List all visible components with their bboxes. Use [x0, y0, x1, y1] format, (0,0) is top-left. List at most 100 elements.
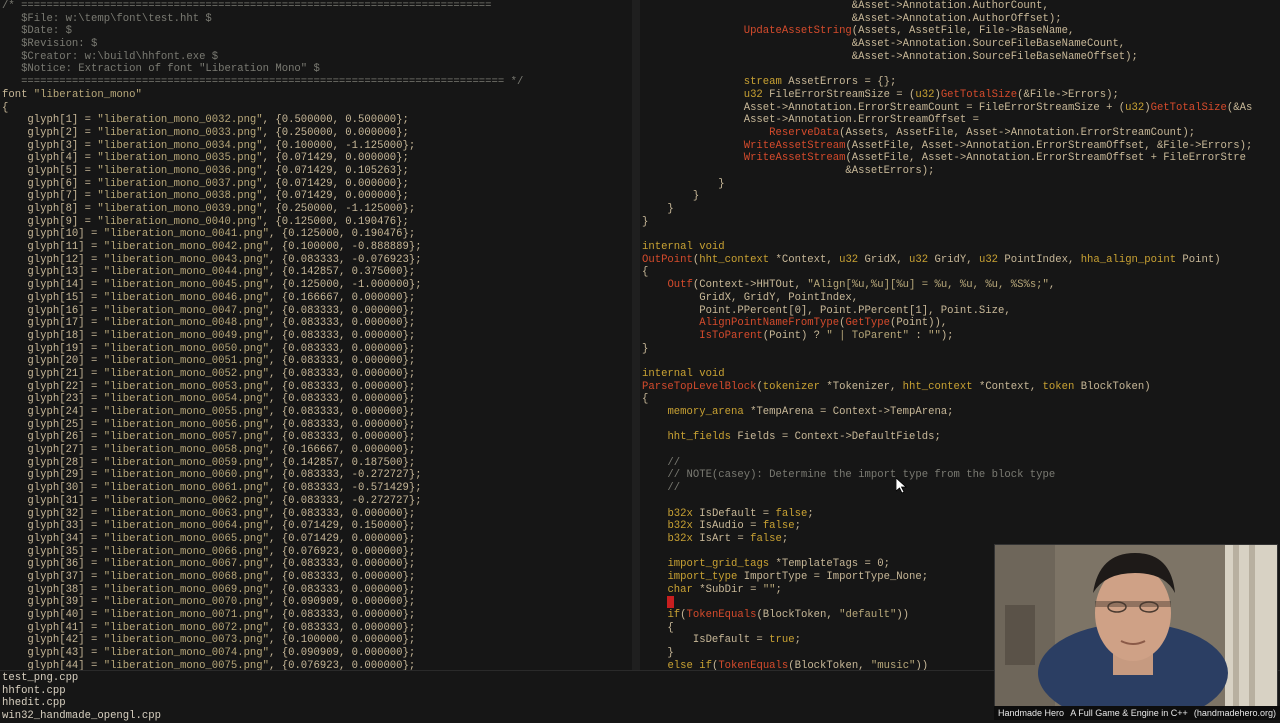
right-code-line[interactable]: // — [642, 457, 1280, 470]
right-code-line[interactable] — [642, 63, 1280, 76]
left-code-line[interactable]: glyph[26] = "liberation_mono_0057.png", … — [2, 431, 632, 444]
code-token: // — [642, 456, 681, 469]
left-code-line[interactable]: glyph[22] = "liberation_mono_0053.png", … — [2, 381, 632, 394]
right-code-line[interactable]: // NOTE(casey): Determine the import typ… — [642, 469, 1280, 482]
left-code-line[interactable]: glyph[37] = "liberation_mono_0068.png", … — [2, 571, 632, 584]
right-code-line[interactable]: internal void — [642, 241, 1280, 254]
left-code-line[interactable]: glyph[1] = "liberation_mono_0032.png", {… — [2, 114, 632, 127]
left-code-line[interactable]: glyph[38] = "liberation_mono_0069.png", … — [2, 584, 632, 597]
left-code-line[interactable]: glyph[15] = "liberation_mono_0046.png", … — [2, 292, 632, 305]
right-code-line[interactable]: } — [642, 190, 1280, 203]
left-code-line[interactable]: $Revision: $ — [2, 38, 632, 51]
left-code-line[interactable]: glyph[21] = "liberation_mono_0052.png", … — [2, 368, 632, 381]
left-code-line[interactable]: glyph[9] = "liberation_mono_0040.png", {… — [2, 216, 632, 229]
right-code-line[interactable]: Point.PPercent[0], Point.PPercent[1], Po… — [642, 305, 1280, 318]
right-code-line[interactable]: AlignPointNameFromType(GetType(Point)), — [642, 317, 1280, 330]
right-code-line[interactable]: hht_fields Fields = Context->DefaultFiel… — [642, 431, 1280, 444]
left-code-line[interactable]: glyph[19] = "liberation_mono_0050.png", … — [2, 343, 632, 356]
right-code-line[interactable]: WriteAssetStream(AssetFile, Asset->Annot… — [642, 152, 1280, 165]
left-code-line[interactable]: glyph[32] = "liberation_mono_0063.png", … — [2, 508, 632, 521]
right-code-line[interactable]: WriteAssetStream(AssetFile, Asset->Annot… — [642, 140, 1280, 153]
right-code-line[interactable]: b32x IsAudio = false; — [642, 520, 1280, 533]
right-code-line[interactable]: Asset->Annotation.ErrorStreamCount = Fil… — [642, 102, 1280, 115]
right-code-line[interactable]: &Asset->Annotation.AuthorOffset); — [642, 13, 1280, 26]
left-code-line[interactable]: glyph[33] = "liberation_mono_0064.png", … — [2, 520, 632, 533]
left-code-line[interactable]: glyph[16] = "liberation_mono_0047.png", … — [2, 305, 632, 318]
right-code-line[interactable] — [642, 444, 1280, 457]
left-code-text[interactable]: /* =====================================… — [0, 0, 632, 670]
left-code-line[interactable]: glyph[4] = "liberation_mono_0035.png", {… — [2, 152, 632, 165]
right-code-line[interactable]: &Asset->Annotation.AuthorCount, — [642, 0, 1280, 13]
right-code-line[interactable]: b32x IsDefault = false; — [642, 508, 1280, 521]
right-code-line[interactable]: &Asset->Annotation.SourceFileBaseNameCou… — [642, 38, 1280, 51]
right-code-line[interactable] — [642, 228, 1280, 241]
left-code-line[interactable]: glyph[44] = "liberation_mono_0075.png", … — [2, 660, 632, 670]
left-code-line[interactable]: glyph[3] = "liberation_mono_0034.png", {… — [2, 140, 632, 153]
left-code-line[interactable]: glyph[6] = "liberation_mono_0037.png", {… — [2, 178, 632, 191]
left-editor-pane[interactable]: /* =====================================… — [0, 0, 632, 670]
left-code-line[interactable]: $File: w:\temp\font\test.hht $ — [2, 13, 632, 26]
right-code-line[interactable]: } — [642, 203, 1280, 216]
right-code-line[interactable]: GridX, GridY, PointIndex, — [642, 292, 1280, 305]
right-code-line[interactable]: Outf(Context->HHTOut, "Align[%u,%u][%u] … — [642, 279, 1280, 292]
left-code-line[interactable]: glyph[17] = "liberation_mono_0048.png", … — [2, 317, 632, 330]
left-code-line[interactable]: glyph[42] = "liberation_mono_0073.png", … — [2, 634, 632, 647]
right-code-line[interactable] — [642, 419, 1280, 432]
left-code-line[interactable]: ========================================… — [2, 76, 632, 89]
left-code-line[interactable]: glyph[20] = "liberation_mono_0051.png", … — [2, 355, 632, 368]
left-code-line[interactable]: glyph[40] = "liberation_mono_0071.png", … — [2, 609, 632, 622]
left-code-line[interactable]: glyph[27] = "liberation_mono_0058.png", … — [2, 444, 632, 457]
right-code-line[interactable]: } — [642, 178, 1280, 191]
left-code-line[interactable]: font "liberation_mono" — [2, 89, 632, 102]
code-token: , {0.083333, 0.000000}; — [269, 609, 416, 621]
right-code-line[interactable]: &AssetErrors); — [642, 165, 1280, 178]
left-code-line[interactable]: glyph[10] = "liberation_mono_0041.png", … — [2, 228, 632, 241]
right-code-line[interactable]: { — [642, 393, 1280, 406]
right-code-line[interactable] — [642, 355, 1280, 368]
right-code-line[interactable]: ParseTopLevelBlock(tokenizer *Tokenizer,… — [642, 381, 1280, 394]
left-code-line[interactable]: glyph[12] = "liberation_mono_0043.png", … — [2, 254, 632, 267]
right-code-line[interactable]: OutPoint(hht_context *Context, u32 GridX… — [642, 254, 1280, 267]
right-code-line[interactable]: internal void — [642, 368, 1280, 381]
left-code-line[interactable]: glyph[41] = "liberation_mono_0072.png", … — [2, 622, 632, 635]
right-code-line[interactable]: IsToParent(Point) ? " | ToParent" : ""); — [642, 330, 1280, 343]
right-code-line[interactable]: // — [642, 482, 1280, 495]
left-code-line[interactable]: glyph[5] = "liberation_mono_0036.png", {… — [2, 165, 632, 178]
pane-divider[interactable] — [632, 0, 640, 670]
left-code-line[interactable]: glyph[8] = "liberation_mono_0039.png", {… — [2, 203, 632, 216]
right-code-line[interactable] — [642, 495, 1280, 508]
right-code-line[interactable]: u32 FileErrorStreamSize = (u32)GetTotalS… — [642, 89, 1280, 102]
right-code-line[interactable]: ReserveData(Assets, AssetFile, Asset->An… — [642, 127, 1280, 140]
left-code-line[interactable]: glyph[30] = "liberation_mono_0061.png", … — [2, 482, 632, 495]
left-code-line[interactable]: glyph[13] = "liberation_mono_0044.png", … — [2, 266, 632, 279]
left-code-line[interactable]: $Date: $ — [2, 25, 632, 38]
left-code-line[interactable]: glyph[31] = "liberation_mono_0062.png", … — [2, 495, 632, 508]
right-code-line[interactable]: &Asset->Annotation.SourceFileBaseNameOff… — [642, 51, 1280, 64]
left-code-line[interactable]: $Notice: Extraction of font "Liberation … — [2, 63, 632, 76]
left-code-line[interactable]: glyph[24] = "liberation_mono_0055.png", … — [2, 406, 632, 419]
right-code-line[interactable]: stream AssetErrors = {}; — [642, 76, 1280, 89]
left-code-line[interactable]: glyph[29] = "liberation_mono_0060.png", … — [2, 469, 632, 482]
left-code-line[interactable]: glyph[35] = "liberation_mono_0066.png", … — [2, 546, 632, 559]
right-code-line[interactable]: } — [642, 216, 1280, 229]
left-code-line[interactable]: /* =====================================… — [2, 0, 632, 13]
left-code-line[interactable]: glyph[18] = "liberation_mono_0049.png", … — [2, 330, 632, 343]
right-code-line[interactable]: Asset->Annotation.ErrorStreamOffset = — [642, 114, 1280, 127]
left-code-line[interactable]: glyph[14] = "liberation_mono_0045.png", … — [2, 279, 632, 292]
left-code-line[interactable]: glyph[36] = "liberation_mono_0067.png", … — [2, 558, 632, 571]
left-code-line[interactable]: glyph[23] = "liberation_mono_0054.png", … — [2, 393, 632, 406]
right-code-line[interactable]: } — [642, 343, 1280, 356]
left-code-line[interactable]: glyph[2] = "liberation_mono_0033.png", {… — [2, 127, 632, 140]
right-code-line[interactable]: { — [642, 266, 1280, 279]
left-code-line[interactable]: glyph[34] = "liberation_mono_0065.png", … — [2, 533, 632, 546]
right-code-line[interactable]: UpdateAssetString(Assets, AssetFile, Fil… — [642, 25, 1280, 38]
left-code-line[interactable]: glyph[28] = "liberation_mono_0059.png", … — [2, 457, 632, 470]
left-code-line[interactable]: glyph[7] = "liberation_mono_0038.png", {… — [2, 190, 632, 203]
left-code-line[interactable]: glyph[39] = "liberation_mono_0070.png", … — [2, 596, 632, 609]
left-code-line[interactable]: glyph[11] = "liberation_mono_0042.png", … — [2, 241, 632, 254]
left-code-line[interactable]: $Creator: w:\build\hhfont.exe $ — [2, 51, 632, 64]
left-code-line[interactable]: glyph[25] = "liberation_mono_0056.png", … — [2, 419, 632, 432]
left-code-line[interactable]: { — [2, 102, 632, 115]
left-code-line[interactable]: glyph[43] = "liberation_mono_0074.png", … — [2, 647, 632, 660]
right-code-line[interactable]: memory_arena *TempArena = Context->TempA… — [642, 406, 1280, 419]
